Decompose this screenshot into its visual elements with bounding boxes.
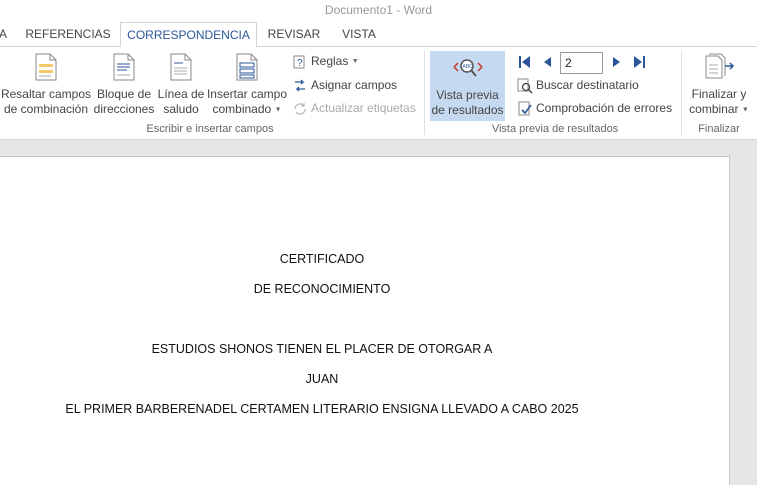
preview-results-icon: ABC <box>452 59 483 77</box>
match-fields-icon <box>295 79 305 92</box>
finalizar-combinar-button[interactable]: Finalizar y combinar ▼ <box>686 51 752 121</box>
tab-revisar[interactable]: REVISAR <box>263 22 325 46</box>
doc-line-certificado[interactable]: CERTIFICADO <box>0 252 644 266</box>
insertar-label-1: Insertar campo <box>206 87 288 101</box>
tab-vista[interactable]: VISTA <box>334 22 384 46</box>
tab-correspondencia[interactable]: CORRESPONDENCIA <box>120 22 257 47</box>
last-record-icon[interactable] <box>632 55 646 69</box>
finalizar-label-1: Finalizar y <box>691 87 747 101</box>
asignar-campos-button[interactable]: Asignar campos <box>292 75 397 95</box>
title-bar: Documento1 - Word <box>0 0 757 22</box>
linea-saludo-button[interactable]: Línea de saludo <box>156 51 206 121</box>
previous-record-icon[interactable] <box>540 55 554 69</box>
dropdown-caret-icon: ▼ <box>274 106 282 114</box>
next-record-icon[interactable] <box>610 55 624 69</box>
document-page[interactable]: CERTIFICADO DE RECONOCIMIENTO ESTUDIOS S… <box>0 156 730 485</box>
vista-previa-label-1: Vista previa <box>436 88 499 102</box>
insertar-label-2: combinado <box>212 102 272 116</box>
buscar-label: Buscar destinatario <box>536 78 639 92</box>
dropdown-caret-icon: ▼ <box>741 106 749 114</box>
check-errors-icon <box>518 101 532 116</box>
rules-icon: ? <box>293 55 305 69</box>
window-title: Documento1 - Word <box>324 3 433 17</box>
resaltar-campos-button[interactable]: Resaltar campos de combinación <box>0 51 92 121</box>
svg-text:?: ? <box>297 58 303 69</box>
tab-partial[interactable]: A <box>0 22 8 46</box>
doc-line-reconocimiento[interactable]: DE RECONOCIMIENTO <box>0 282 644 296</box>
comprobacion-label: Comprobación de errores <box>536 101 673 115</box>
linea-label-1: Línea de <box>157 87 205 101</box>
document-area: CERTIFICADO DE RECONOCIMIENTO ESTUDIOS S… <box>0 141 757 485</box>
ribbon: Resaltar campos de combinación Bloque de… <box>0 46 757 140</box>
doc-line-estudios[interactable]: ESTUDIOS SHONOS TIENEN EL PLACER DE OTOR… <box>0 342 644 356</box>
preview-group-label: Vista previa de resultados <box>491 123 619 135</box>
reglas-button[interactable]: ? Reglas ▼ <box>292 51 359 71</box>
reglas-label: Reglas <box>311 54 349 68</box>
dropdown-caret-icon: ▼ <box>351 57 359 65</box>
address-block-icon <box>113 53 135 81</box>
insertar-campo-button[interactable]: Insertar campo combinado ▼ <box>206 51 288 121</box>
buscar-destinatario-button[interactable]: Buscar destinatario <box>517 75 639 95</box>
vista-previa-label-2: de resultados <box>431 103 504 117</box>
ribbon-tabs: A REFERENCIAS CORRESPONDENCIA REVISAR VI… <box>0 22 757 47</box>
group-separator <box>424 51 425 135</box>
vista-previa-button[interactable]: ABC Vista previa de resultados <box>430 51 505 121</box>
bloque-label-2: direcciones <box>93 102 155 116</box>
finish-group-label: Finalizar <box>698 123 740 135</box>
record-number-field[interactable]: 2 <box>560 52 603 74</box>
find-recipient-icon <box>517 78 533 94</box>
highlight-fields-icon <box>35 53 57 81</box>
svg-text:ABC: ABC <box>462 64 473 70</box>
write-group-label: Escribir e insertar campos <box>146 123 274 135</box>
comprobacion-errores-button[interactable]: Comprobación de errores <box>517 98 672 118</box>
bloque-label-1: Bloque de <box>96 87 152 101</box>
actualizar-label: Actualizar etiquetas <box>311 101 416 115</box>
update-labels-icon <box>294 102 306 115</box>
doc-line-award[interactable]: EL PRIMER BARBERENADEL CERTAMEN LITERARI… <box>0 402 644 416</box>
doc-line-recipient-name[interactable]: JUAN <box>0 372 644 386</box>
resaltar-label-2: de combinación <box>3 102 89 116</box>
finish-merge-icon <box>705 53 735 79</box>
resaltar-label-1: Resaltar campos <box>0 87 92 101</box>
tab-referencias[interactable]: REFERENCIAS <box>20 22 116 46</box>
asignar-label: Asignar campos <box>311 78 398 92</box>
linea-label-2: saludo <box>163 102 199 116</box>
finalizar-label-2: combinar <box>689 102 739 116</box>
actualizar-etiquetas-button[interactable]: Actualizar etiquetas <box>292 98 416 118</box>
first-record-icon[interactable] <box>518 55 532 69</box>
insert-merge-field-icon <box>236 53 258 81</box>
greeting-line-icon <box>170 53 192 81</box>
group-separator <box>681 51 682 135</box>
bloque-direcciones-button[interactable]: Bloque de direcciones <box>93 51 155 121</box>
